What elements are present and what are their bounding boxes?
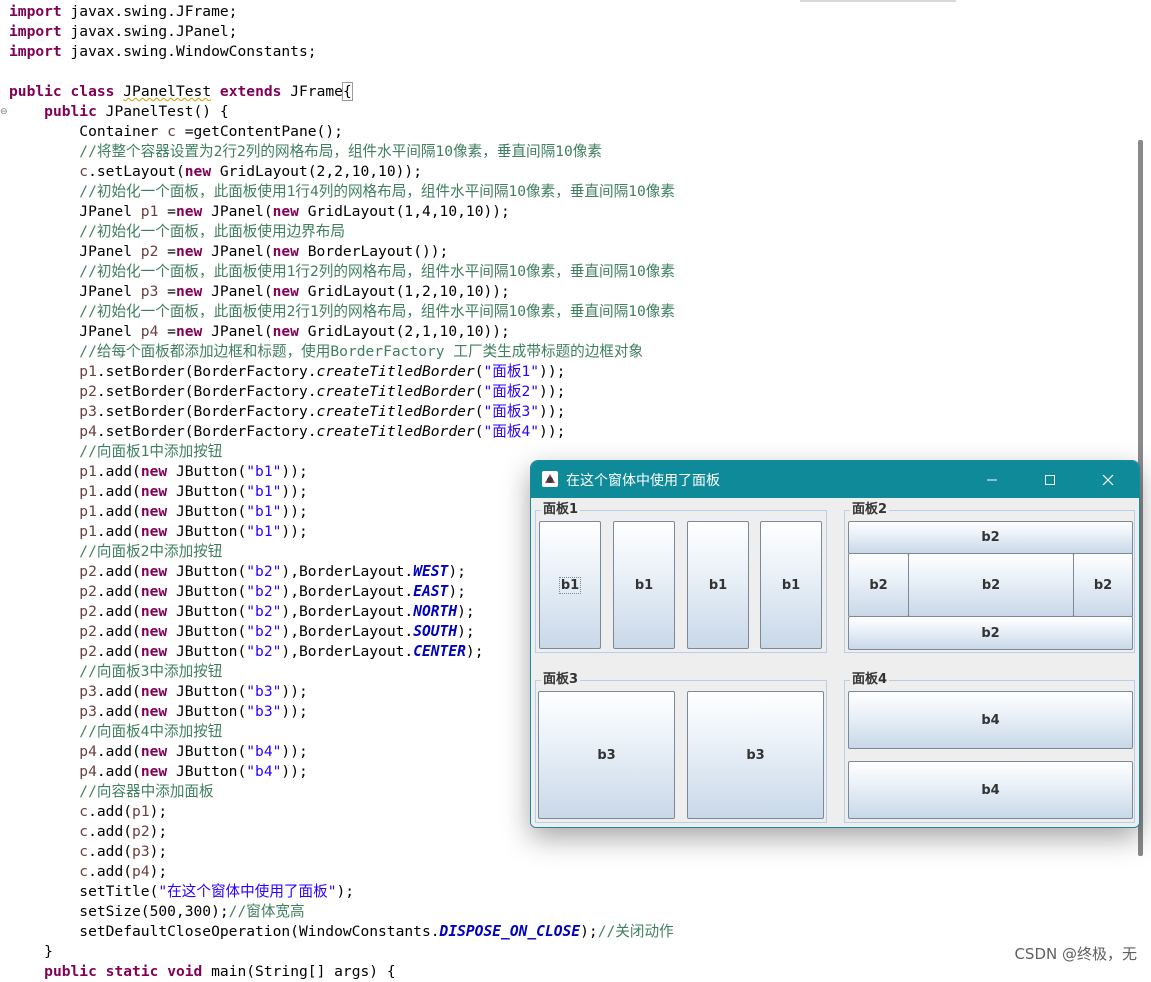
p4-button-1[interactable]: b4 bbox=[848, 691, 1133, 749]
code-line[interactable]: JPanel p3 =new JPanel(new GridLayout(1,2… bbox=[9, 282, 510, 302]
code-line[interactable]: p1.add(new JButton("b1")); bbox=[9, 462, 307, 482]
panel-1: 面板1 b1 b1 b1 b1 bbox=[535, 502, 827, 653]
code-line[interactable]: public static void main(String[] args) { bbox=[9, 962, 395, 982]
watermark-text: CSDN @终极，无 bbox=[1014, 945, 1137, 963]
code-line[interactable]: JPanel p2 =new JPanel(new BorderLayout()… bbox=[9, 242, 448, 262]
code-line[interactable]: p2.setBorder(BorderFactory.createTitledB… bbox=[9, 382, 565, 402]
close-button[interactable] bbox=[1079, 461, 1137, 498]
p2-south-button[interactable]: b2 bbox=[848, 616, 1133, 650]
code-line[interactable]: //向容器中添加面板 bbox=[9, 782, 213, 802]
code-line[interactable]: p1.add(new JButton("b1")); bbox=[9, 482, 307, 502]
p2-north-button[interactable]: b2 bbox=[848, 521, 1133, 554]
code-line[interactable]: public JPanelTest() { bbox=[9, 102, 229, 122]
code-line[interactable]: p1.setBorder(BorderFactory.createTitledB… bbox=[9, 362, 565, 382]
code-line[interactable]: p4.add(new JButton("b4")); bbox=[9, 762, 307, 782]
p1-button-1-label: b1 bbox=[558, 576, 582, 594]
fold-collapse-icon[interactable]: ⊖ bbox=[0, 107, 8, 117]
swing-window: 在这个窗体中使用了面板 面板1 b1 b1 b1 b1 面板2 b2 b2 b2… bbox=[530, 460, 1140, 828]
close-icon bbox=[1102, 474, 1114, 485]
code-line[interactable]: JPanel p4 =new JPanel(new GridLayout(2,1… bbox=[9, 322, 510, 342]
code-line[interactable]: p2.add(new JButton("b2"),BorderLayout.SO… bbox=[9, 622, 474, 642]
p4-button-2[interactable]: b4 bbox=[848, 761, 1133, 819]
code-line[interactable]: p3.add(new JButton("b3")); bbox=[9, 682, 307, 702]
code-line[interactable]: Container c =getContentPane(); bbox=[9, 122, 343, 142]
code-line[interactable]: p3.setBorder(BorderFactory.createTitledB… bbox=[9, 402, 565, 422]
p3-button-2[interactable]: b3 bbox=[687, 691, 824, 819]
code-line[interactable]: //向面板4中添加按钮 bbox=[9, 722, 222, 742]
code-line[interactable]: p2.add(new JButton("b2"),BorderLayout.NO… bbox=[9, 602, 474, 622]
p1-button-4[interactable]: b1 bbox=[760, 521, 822, 649]
code-line[interactable]: p4.add(new JButton("b4")); bbox=[9, 742, 307, 762]
code-line[interactable]: //初始化一个面板，此面板使用1行2列的网格布局，组件水平间隔10像素，垂直间隔… bbox=[9, 262, 675, 282]
code-line[interactable]: c.setLayout(new GridLayout(2,2,10,10)); bbox=[9, 162, 422, 182]
code-line[interactable]: import javax.swing.JPanel; bbox=[9, 22, 237, 42]
panel-2-title: 面板2 bbox=[850, 502, 890, 518]
code-line[interactable]: import javax.swing.WindowConstants; bbox=[9, 42, 317, 62]
code-line[interactable]: setSize(500,300);//窗体宽高 bbox=[9, 902, 304, 922]
code-line[interactable]: p4.setBorder(BorderFactory.createTitledB… bbox=[9, 422, 565, 442]
code-line[interactable]: //给每个面板都添加边框和标题，使用BorderFactory 工厂类生成带标题… bbox=[9, 342, 643, 362]
p3-button-1[interactable]: b3 bbox=[538, 691, 675, 819]
editor-top-rule bbox=[800, 0, 956, 2]
panel-1-title: 面板1 bbox=[541, 502, 581, 518]
minimize-icon bbox=[987, 479, 997, 480]
code-line[interactable]: import javax.swing.JFrame; bbox=[9, 2, 237, 22]
code-line[interactable]: //向面板3中添加按钮 bbox=[9, 662, 222, 682]
code-line[interactable]: setTitle("在这个窗体中使用了面板"); bbox=[9, 882, 354, 902]
p1-button-2[interactable]: b1 bbox=[613, 521, 675, 649]
code-line[interactable]: p2.add(new JButton("b2"),BorderLayout.WE… bbox=[9, 562, 466, 582]
p2-center-button[interactable]: b2 bbox=[908, 553, 1074, 617]
p1-button-3[interactable]: b1 bbox=[687, 521, 749, 649]
code-line[interactable]: } bbox=[9, 942, 53, 962]
maximize-button[interactable] bbox=[1021, 461, 1079, 498]
panel-4-title: 面板4 bbox=[850, 672, 890, 688]
maximize-icon bbox=[1045, 474, 1055, 485]
code-line[interactable]: p3.add(new JButton("b3")); bbox=[9, 702, 307, 722]
code-line[interactable]: //初始化一个面板，此面板使用边界布局 bbox=[9, 222, 345, 242]
code-line[interactable]: //将整个容器设置为2行2列的网格布局，组件水平间隔10像素，垂直间隔10像素 bbox=[9, 142, 602, 162]
code-line[interactable]: //初始化一个面板，此面板使用1行4列的网格布局，组件水平间隔10像素，垂直间隔… bbox=[9, 182, 675, 202]
code-line[interactable]: p2.add(new JButton("b2"),BorderLayout.EA… bbox=[9, 582, 466, 602]
code-line[interactable]: public class JPanelTest extends JFrame{ bbox=[9, 82, 353, 102]
code-line[interactable]: JPanel p1 =new JPanel(new GridLayout(1,4… bbox=[9, 202, 510, 222]
p1-button-1[interactable]: b1 bbox=[539, 521, 601, 649]
window-title: 在这个窗体中使用了面板 bbox=[566, 473, 720, 489]
panel-2: 面板2 b2 b2 b2 b2 b2 bbox=[844, 502, 1135, 653]
code-line[interactable]: p1.add(new JButton("b1")); bbox=[9, 502, 307, 522]
code-line[interactable]: //初始化一个面板，此面板使用2行1列的网格布局，组件水平间隔10像素，垂直间隔… bbox=[9, 302, 675, 322]
code-line[interactable]: p1.add(new JButton("b1")); bbox=[9, 522, 307, 542]
p2-west-button[interactable]: b2 bbox=[848, 553, 909, 617]
code-line[interactable]: p2.add(new JButton("b2"),BorderLayout.CE… bbox=[9, 642, 483, 662]
minimize-button[interactable] bbox=[963, 461, 1021, 498]
code-line[interactable]: c.add(p4); bbox=[9, 862, 167, 882]
code-line[interactable]: c.add(p3); bbox=[9, 842, 167, 862]
panel-3-title: 面板3 bbox=[541, 672, 581, 688]
content-pane: 面板1 b1 b1 b1 b1 面板2 b2 b2 b2 b2 b2 面板3 b… bbox=[531, 498, 1139, 827]
code-line[interactable]: //向面板1中添加按钮 bbox=[9, 442, 222, 462]
code-line[interactable]: setDefaultCloseOperation(WindowConstants… bbox=[9, 922, 673, 942]
java-app-icon bbox=[542, 471, 558, 487]
panel-3: 面板3 b3 b3 bbox=[535, 672, 827, 823]
window-titlebar[interactable]: 在这个窗体中使用了面板 bbox=[531, 461, 1139, 498]
code-line[interactable]: c.add(p2); bbox=[9, 822, 167, 842]
code-line[interactable]: //向面板2中添加按钮 bbox=[9, 542, 222, 562]
p2-east-button[interactable]: b2 bbox=[1073, 553, 1133, 617]
panel-4: 面板4 b4 b4 bbox=[844, 672, 1135, 823]
code-line[interactable]: c.add(p1); bbox=[9, 802, 167, 822]
